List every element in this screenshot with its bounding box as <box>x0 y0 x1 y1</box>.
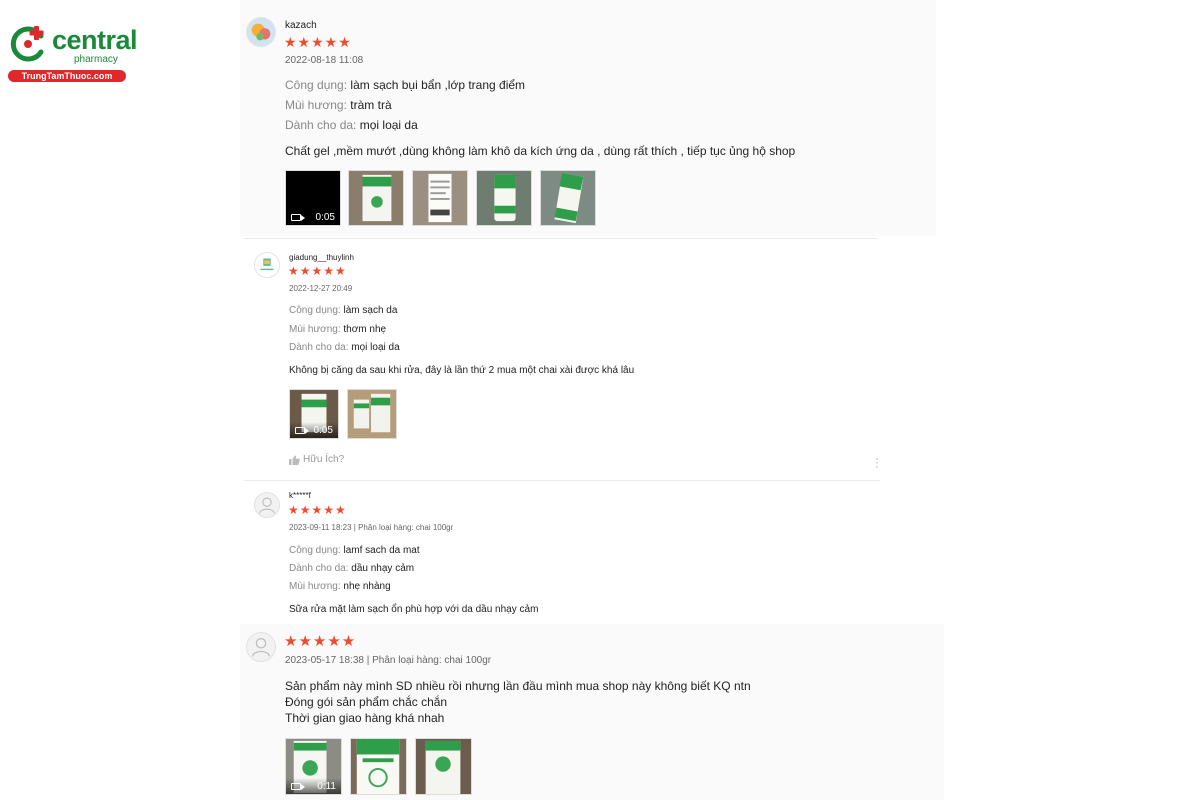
video-badge: 0:05 <box>290 422 338 438</box>
attribute-value: dầu nhạy cảm <box>351 563 415 574</box>
attribute-key: Mùi hương: <box>289 581 341 592</box>
rating-stars: ★★★★★ <box>284 34 352 50</box>
video-duration: 0:11 <box>317 780 336 792</box>
attribute-row: Dành cho da: dầu nhạy cảm <box>289 563 414 574</box>
product-photo-icon <box>541 171 595 225</box>
review-divider <box>244 480 880 481</box>
attribute-key: Mùi hương: <box>289 324 341 335</box>
review-date: 2023-05-17 18:38 | Phân loại hàng: chai … <box>285 655 492 666</box>
user-avatar[interactable] <box>246 17 276 47</box>
rating-stars: ★★★★★ <box>288 264 347 278</box>
review-divider <box>244 238 878 239</box>
review-photo-thumbnail[interactable] <box>350 738 407 795</box>
product-photo-icon <box>349 171 403 225</box>
product-photo-icon <box>477 171 531 225</box>
attribute-value: nhẹ nhàng <box>343 581 391 592</box>
avatar-image-icon <box>247 18 275 46</box>
attribute-row: Công dụng: làm sạch bụi bẩn ,lớp trang đ… <box>285 78 525 92</box>
shop-logo-icon <box>255 253 279 277</box>
product-photo-icon <box>348 390 396 438</box>
attribute-key: Dành cho da: <box>289 563 349 574</box>
review-photo-thumbnail[interactable] <box>347 389 397 439</box>
review-photo-thumbnail[interactable] <box>348 170 404 226</box>
video-badge: 0:05 <box>286 209 340 225</box>
attribute-row: Mùi hương: thơm nhẹ <box>289 324 386 335</box>
thumbs-up-icon <box>289 455 300 465</box>
attribute-value: mọi loại da <box>351 342 400 353</box>
default-user-icon <box>251 637 271 657</box>
brand-tagline: TrungTamThuoc.com <box>8 70 126 82</box>
video-duration: 0:05 <box>315 211 335 223</box>
review-video-thumbnail[interactable]: 0:05 <box>285 170 341 226</box>
video-badge: 0:11 <box>286 778 341 794</box>
attribute-key: Công dụng: <box>285 78 348 92</box>
review-comment-line: Thời gian giao hàng khá nhah <box>285 711 445 725</box>
brand-name: central <box>52 25 138 55</box>
attribute-row: Mùi hương: nhẹ nhàng <box>289 581 391 592</box>
review-comment-line: Đóng gói sản phẩm chắc chắn <box>285 695 448 709</box>
attribute-key: Dành cho da: <box>285 118 357 132</box>
attribute-row: Công dụng: làm sạch da <box>289 305 397 316</box>
attribute-row: Dành cho da: mọi loại da <box>285 118 418 132</box>
review-comment: Sữa rửa mặt làm sạch ổn phù hợp với da d… <box>289 604 539 615</box>
attribute-key: Mùi hương: <box>285 98 347 112</box>
review-date: 2022-12-27 20:49 <box>289 284 353 293</box>
video-camera-icon <box>291 782 305 790</box>
more-options-icon[interactable]: · · · <box>875 452 879 472</box>
review-photo-thumbnail[interactable] <box>415 738 472 795</box>
helpful-button[interactable]: Hữu Ích? <box>289 454 344 465</box>
attribute-row: Công dụng: lamf sach da mat <box>289 545 420 556</box>
attribute-value: tràm trà <box>350 98 392 112</box>
attribute-row: Mùi hương: tràm trà <box>285 98 392 112</box>
review-username[interactable]: giadung__thuylinh <box>289 253 354 262</box>
default-user-icon <box>259 497 275 514</box>
product-photo-icon <box>416 739 471 794</box>
rating-stars: ★★★★★ <box>288 503 347 517</box>
attribute-key: Công dụng: <box>289 305 341 316</box>
video-camera-icon <box>295 426 309 434</box>
review-photo-thumbnail[interactable] <box>540 170 596 226</box>
attribute-key: Công dụng: <box>289 545 341 556</box>
rating-stars: ★★★★★ <box>284 633 357 650</box>
attribute-row: Dành cho da: mọi loại da <box>289 342 400 353</box>
attribute-value: làm sạch da <box>343 305 398 316</box>
user-avatar[interactable] <box>246 632 276 662</box>
central-logo-icon <box>10 26 44 62</box>
attribute-key: Dành cho da: <box>289 342 349 353</box>
review-date: 2022-08-18 11:08 <box>285 55 364 66</box>
helpful-label: Hữu Ích? <box>303 454 345 465</box>
attribute-value: lamf sach da mat <box>343 545 420 556</box>
review-photo-thumbnail[interactable] <box>412 170 468 226</box>
review-video-thumbnail[interactable]: 0:11 <box>285 738 342 795</box>
brand-subtitle: pharmacy <box>74 54 118 65</box>
video-duration: 0:05 <box>313 424 333 436</box>
review-username[interactable]: kazach <box>285 20 317 31</box>
review-username[interactable]: k*****f <box>289 491 311 500</box>
attribute-value: làm sạch bụi bẩn ,lớp trang điểm <box>350 78 526 92</box>
video-camera-icon <box>291 213 305 221</box>
review-photo-thumbnail[interactable] <box>476 170 532 226</box>
review-video-thumbnail[interactable]: 0:05 <box>289 389 339 439</box>
review-comment: Không bị căng da sau khi rửa, đây là lần… <box>289 365 635 376</box>
central-pharmacy-logo[interactable]: central pharmacy TrungTamThuoc.com <box>8 22 138 82</box>
review-comment-line: Sản phẩm này mình SD nhiều rồi nhưng lần… <box>285 679 751 693</box>
review-date: 2023-09-11 18:23 | Phân loại hàng: chai … <box>289 523 454 532</box>
user-avatar[interactable] <box>254 252 280 278</box>
product-photo-icon <box>413 171 467 225</box>
attribute-value: mọi loại da <box>359 118 418 132</box>
product-photo-icon <box>351 739 406 794</box>
user-avatar[interactable] <box>254 492 280 518</box>
review-comment: Chất gel ,mềm mướt ,dùng không làm khô d… <box>285 144 796 158</box>
attribute-value: thơm nhẹ <box>343 324 387 335</box>
